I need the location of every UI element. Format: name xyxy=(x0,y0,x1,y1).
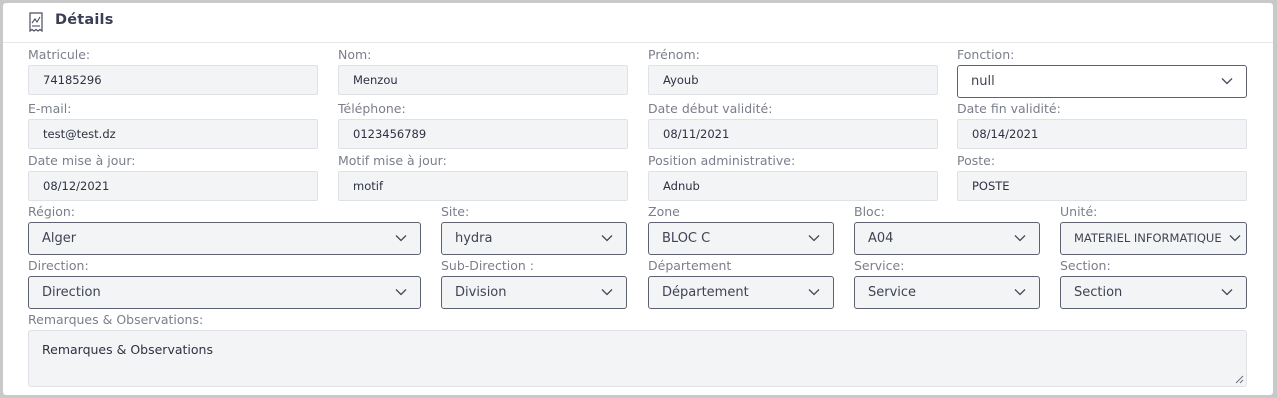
chevron-down-icon xyxy=(601,289,613,296)
unite-select[interactable]: MATERIEL INFORMATIQUE xyxy=(1060,222,1247,255)
region-label: Région: xyxy=(28,204,76,219)
poste-field[interactable]: POSTE xyxy=(957,171,1247,201)
site-label: Site: xyxy=(441,204,470,219)
chevron-down-icon xyxy=(1221,289,1233,296)
chevron-down-icon xyxy=(1014,235,1026,242)
poste-label: Poste: xyxy=(957,153,996,168)
bloc-value: A04 xyxy=(868,231,894,246)
fonction-select[interactable]: null xyxy=(957,65,1247,98)
motif-maj-label: Motif mise à jour: xyxy=(338,153,447,168)
zone-value: BLOC C xyxy=(662,231,711,246)
prenom-label: Prénom: xyxy=(648,47,700,62)
direction-select[interactable]: Direction xyxy=(28,276,421,309)
card-title: Détails xyxy=(55,12,114,28)
telephone-field[interactable]: 0123456789 xyxy=(338,119,628,149)
bloc-label: Bloc: xyxy=(854,204,885,219)
date-fin-label: Date fin validité: xyxy=(957,101,1061,116)
bloc-select[interactable]: A04 xyxy=(854,222,1040,255)
sub-direction-select[interactable]: Division xyxy=(441,276,627,309)
service-label: Service: xyxy=(854,258,905,273)
direction-label: Direction: xyxy=(28,258,89,273)
unite-label: Unité: xyxy=(1060,204,1098,219)
email-field[interactable]: test@test.dz xyxy=(28,119,318,149)
site-value: hydra xyxy=(455,231,493,246)
chevron-down-icon xyxy=(395,235,407,242)
section-value: Section xyxy=(1074,285,1123,300)
departement-select[interactable]: Département xyxy=(648,276,834,309)
chevron-down-icon xyxy=(808,235,820,242)
date-fin-field[interactable]: 08/14/2021 xyxy=(957,119,1247,149)
sub-direction-value: Division xyxy=(455,285,507,300)
email-label: E-mail: xyxy=(28,101,72,116)
chevron-down-icon xyxy=(808,289,820,296)
fonction-value: null xyxy=(971,74,995,89)
unite-value: MATERIEL INFORMATIQUE xyxy=(1074,231,1222,245)
receipt-icon xyxy=(29,12,43,32)
nom-field[interactable]: Menzou xyxy=(338,65,628,95)
motif-maj-field[interactable]: motif xyxy=(338,171,628,201)
matricule-label: Matricule: xyxy=(28,47,91,62)
date-debut-field[interactable]: 08/11/2021 xyxy=(648,119,938,149)
position-field[interactable]: Adnub xyxy=(648,171,938,201)
section-select[interactable]: Section xyxy=(1060,276,1247,309)
departement-value: Département xyxy=(662,285,749,300)
region-select[interactable]: Alger xyxy=(28,222,421,255)
chevron-down-icon xyxy=(601,235,613,242)
nom-label: Nom: xyxy=(338,47,372,62)
telephone-label: Téléphone: xyxy=(338,101,406,116)
departement-label: Département xyxy=(648,258,732,273)
fonction-label: Fonction: xyxy=(957,47,1015,62)
service-select[interactable]: Service xyxy=(854,276,1040,309)
remarques-placeholder: Remarques & Observations xyxy=(42,342,213,357)
resize-handle-icon[interactable] xyxy=(1235,375,1244,384)
matricule-field[interactable]: 74185296 xyxy=(28,65,318,95)
remarques-textarea[interactable]: Remarques & Observations xyxy=(28,330,1247,387)
chevron-down-icon xyxy=(1229,234,1241,242)
details-card: Détails Matricule: 74185296 Nom: Menzou … xyxy=(3,3,1273,395)
chevron-down-icon xyxy=(395,289,407,296)
date-maj-label: Date mise à jour: xyxy=(28,153,136,168)
date-maj-field[interactable]: 08/12/2021 xyxy=(28,171,318,201)
region-value: Alger xyxy=(42,231,77,246)
sub-direction-label: Sub-Direction : xyxy=(441,258,534,273)
chevron-down-icon xyxy=(1014,289,1026,296)
zone-label: Zone xyxy=(648,204,680,219)
service-value: Service xyxy=(868,285,917,300)
section-label: Section: xyxy=(1060,258,1111,273)
direction-value: Direction xyxy=(42,285,101,300)
chevron-down-icon xyxy=(1221,78,1233,85)
prenom-field[interactable]: Ayoub xyxy=(648,65,938,95)
date-debut-label: Date début validité: xyxy=(648,101,773,116)
card-header: Détails xyxy=(3,3,1273,43)
zone-select[interactable]: BLOC C xyxy=(648,222,834,255)
site-select[interactable]: hydra xyxy=(441,222,627,255)
remarques-label: Remarques & Observations: xyxy=(28,312,204,327)
position-label: Position administrative: xyxy=(648,153,796,168)
